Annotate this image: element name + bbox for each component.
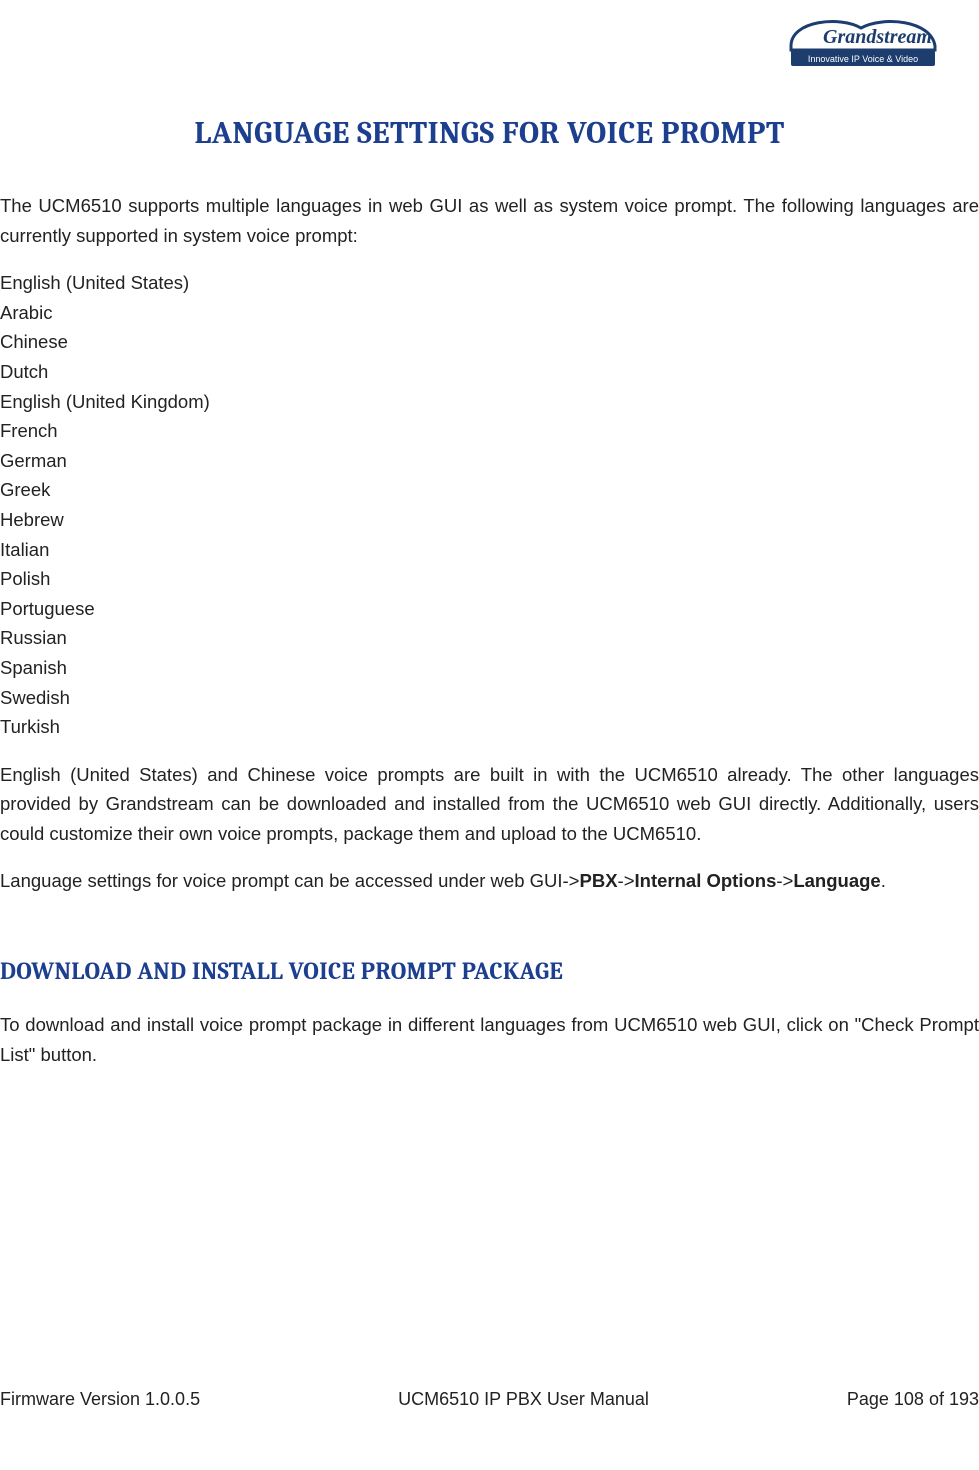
nav-prefix: Language settings for voice prompt can b… (0, 870, 580, 891)
body-paragraph: English (United States) and Chinese voic… (0, 760, 979, 849)
list-item: English (United States) (0, 268, 979, 298)
nav-separator: -> (618, 870, 635, 891)
footer-page-number: Page 108 of 193 (847, 1389, 979, 1410)
nav-suffix: . (881, 870, 886, 891)
nav-path-segment: PBX (580, 870, 618, 891)
list-item: Swedish (0, 683, 979, 713)
list-item: Arabic (0, 298, 979, 328)
nav-separator: -> (776, 870, 793, 891)
list-item: Chinese (0, 327, 979, 357)
page-title: LANGUAGE SETTINGS FOR VOICE PROMPT (0, 115, 979, 151)
brand-logo: Grandstream Innovative IP Voice & Video (783, 10, 943, 77)
section-heading: DOWNLOAD AND INSTALL VOICE PROMPT PACKAG… (0, 952, 979, 990)
list-item: Russian (0, 623, 979, 653)
list-item: Greek (0, 475, 979, 505)
logo-brand-text: Grandstream (823, 26, 932, 48)
language-list: English (United States) Arabic Chinese D… (0, 268, 979, 742)
page-footer: Firmware Version 1.0.0.5 UCM6510 IP PBX … (0, 1389, 979, 1410)
list-item: Polish (0, 564, 979, 594)
navigation-paragraph: Language settings for voice prompt can b… (0, 866, 979, 896)
list-item: Turkish (0, 712, 979, 742)
list-item: German (0, 446, 979, 476)
list-item: Hebrew (0, 505, 979, 535)
nav-path-segment: Internal Options (635, 870, 777, 891)
list-item: Dutch (0, 357, 979, 387)
logo-tagline: Innovative IP Voice & Video (808, 54, 918, 64)
intro-paragraph: The UCM6510 supports multiple languages … (0, 191, 979, 250)
list-item: Italian (0, 535, 979, 565)
list-item: Portuguese (0, 594, 979, 624)
body-paragraph: To download and install voice prompt pac… (0, 1010, 979, 1069)
nav-path-segment: Language (793, 870, 880, 891)
footer-document-title: UCM6510 IP PBX User Manual (398, 1389, 649, 1410)
footer-firmware-version: Firmware Version 1.0.0.5 (0, 1389, 200, 1410)
list-item: French (0, 416, 979, 446)
list-item: English (United Kingdom) (0, 387, 979, 417)
list-item: Spanish (0, 653, 979, 683)
